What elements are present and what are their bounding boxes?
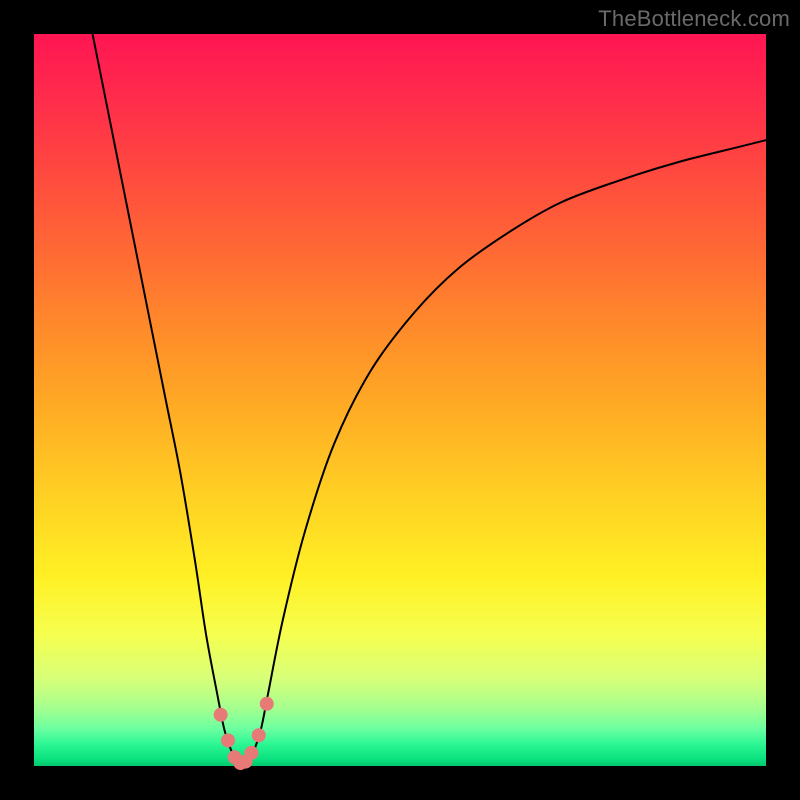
fit-dot <box>260 697 274 711</box>
fit-dot <box>221 733 235 747</box>
curve-svg <box>34 34 766 766</box>
bottleneck-curve-path <box>93 34 766 764</box>
bottleneck-curve <box>93 34 766 764</box>
fit-dot <box>244 746 258 760</box>
fit-region-dots <box>214 697 274 770</box>
chart-frame: TheBottleneck.com <box>0 0 800 800</box>
fit-dot <box>214 708 228 722</box>
watermark-text: TheBottleneck.com <box>598 6 790 32</box>
plot-area <box>34 34 766 766</box>
fit-dot <box>252 728 266 742</box>
